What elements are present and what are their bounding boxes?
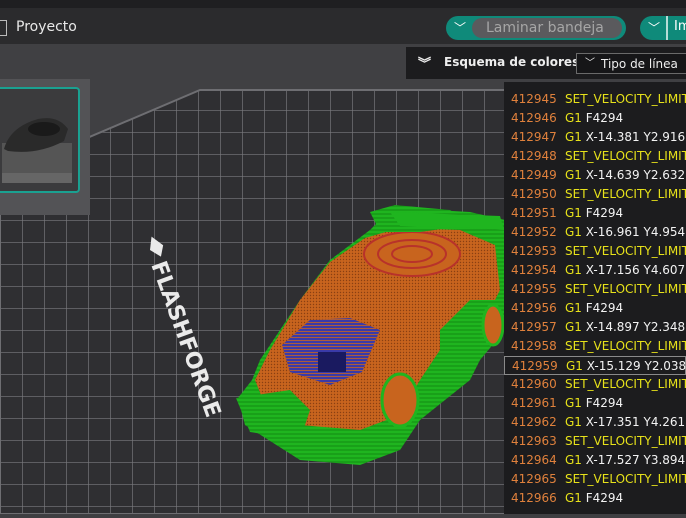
color-scheme-bar: ︾ Esquema de colores ﹀ Tipo de línea [406, 47, 686, 79]
gcode-line-number: 412950 [511, 187, 557, 201]
gcode-line-number: 412965 [511, 472, 557, 486]
gcode-line-number: 412952 [511, 225, 557, 239]
project-title: Proyecto [16, 19, 77, 35]
gcode-line-number: 412963 [511, 434, 557, 448]
gcode-line-number: 412961 [511, 396, 557, 410]
gcode-arguments: X-17.527 Y3.894 [581, 453, 686, 467]
gcode-line-number: 412959 [512, 359, 558, 373]
print-button-label[interactable]: Im [674, 19, 686, 34]
gcode-command: SET_VELOCITY_LIMIT [565, 187, 686, 201]
gcode-arguments: F4294 [581, 301, 624, 315]
car-thumbnail-icon [2, 118, 72, 183]
gcode-line-number: 412951 [511, 206, 557, 220]
gcode-line[interactable]: 412955 SET_VELOCITY_LIMIT [504, 280, 686, 299]
gcode-line-number: 412946 [511, 111, 557, 125]
gcode-line-number: 412947 [511, 130, 557, 144]
gcode-arguments: X-16.961 Y4.954 [581, 225, 686, 239]
gcode-arguments: X-14.381 Y2.916 [581, 130, 686, 144]
gcode-arguments: X-17.351 Y4.261 [581, 415, 686, 429]
gcode-command: G1 [565, 301, 582, 315]
gcode-line[interactable]: 412958 SET_VELOCITY_LIMIT [504, 337, 686, 356]
gcode-line[interactable]: 412962 G1 X-17.351 Y4.261 [504, 413, 686, 432]
gcode-line-number: 412949 [511, 168, 557, 182]
gcode-line-number: 412955 [511, 282, 557, 296]
gcode-viewer[interactable]: 412945 SET_VELOCITY_LIMIT 412946 G1 F4294 41… [504, 82, 686, 514]
gcode-arguments: X-17.156 Y4.607 [581, 263, 686, 277]
gcode-line[interactable]: 412956 G1 F4294 [504, 299, 686, 318]
gcode-line[interactable]: 412966 G1 F4294 [504, 489, 686, 508]
gcode-line[interactable]: 412948 SET_VELOCITY_LIMIT [504, 147, 686, 166]
gcode-line[interactable]: 412964 G1 X-17.527 Y3.894 [504, 451, 686, 470]
gcode-command: SET_VELOCITY_LIMIT [565, 92, 686, 106]
gcode-command: G1 [566, 359, 583, 373]
gcode-arguments: F4294 [581, 111, 624, 125]
gcode-line[interactable]: 412961 G1 F4294 [504, 394, 686, 413]
gcode-command: SET_VELOCITY_LIMIT [565, 282, 686, 296]
gcode-command: G1 [565, 491, 582, 505]
project-icon [0, 20, 7, 36]
gcode-arguments: F4294 [581, 206, 624, 220]
gcode-command: G1 [565, 111, 582, 125]
split-divider [666, 16, 668, 40]
gcode-command: G1 [565, 225, 582, 239]
gcode-line[interactable]: 412957 G1 X-14.897 Y2.348 [504, 318, 686, 337]
gcode-line-number: 412956 [511, 301, 557, 315]
gcode-line[interactable]: 412959 G1 X-15.129 Y2.038 [504, 356, 686, 375]
gcode-command: SET_VELOCITY_LIMIT [565, 244, 686, 258]
gcode-command: SET_VELOCITY_LIMIT [565, 149, 686, 163]
gcode-command: G1 [565, 453, 582, 467]
gcode-command: SET_VELOCITY_LIMIT [565, 434, 686, 448]
gcode-command: SET_VELOCITY_LIMIT [565, 377, 686, 391]
plate-thumbnail[interactable] [0, 87, 80, 193]
chevron-down-icon[interactable]: ﹀ [454, 19, 466, 36]
collapse-icon[interactable]: ︾ [418, 53, 431, 72]
gcode-arguments: X-14.897 Y2.348 [581, 320, 686, 334]
gcode-arguments: F4294 [581, 491, 624, 505]
color-scheme-select[interactable]: ﹀ Tipo de línea [576, 53, 686, 74]
gcode-line[interactable]: 412965 SET_VELOCITY_LIMIT [504, 470, 686, 489]
top-bar: Proyecto ﹀ Laminar bandeja ﹀ Im [0, 0, 686, 44]
gcode-line[interactable]: 412949 G1 X-14.639 Y2.632 [504, 166, 686, 185]
gcode-command: G1 [565, 396, 582, 410]
gcode-line[interactable]: 412963 SET_VELOCITY_LIMIT [504, 432, 686, 451]
gcode-line-number: 412962 [511, 415, 557, 429]
gcode-line[interactable]: 412952 G1 X-16.961 Y4.954 [504, 223, 686, 242]
chevron-down-icon[interactable]: ﹀ [585, 54, 595, 74]
gcode-line-number: 412958 [511, 339, 557, 353]
print-plate-control[interactable]: ﹀ Im [640, 16, 686, 40]
gcode-line[interactable]: 412953 SET_VELOCITY_LIMIT [504, 242, 686, 261]
gcode-command: G1 [565, 320, 582, 334]
gcode-line[interactable]: 412950 SET_VELOCITY_LIMIT [504, 185, 686, 204]
gcode-line-number: 412948 [511, 149, 557, 163]
gcode-line[interactable]: 412951 G1 F4294 [504, 204, 686, 223]
gcode-command: G1 [565, 168, 582, 182]
gcode-line[interactable]: 412945 SET_VELOCITY_LIMIT [504, 90, 686, 109]
gcode-line[interactable]: 412960 SET_VELOCITY_LIMIT [504, 375, 686, 394]
gcode-line[interactable]: 412954 G1 X-17.156 Y4.607 [504, 261, 686, 280]
gcode-line-number: 412945 [511, 92, 557, 106]
gcode-command: SET_VELOCITY_LIMIT [565, 472, 686, 486]
gcode-arguments: X-15.129 Y2.038 [582, 359, 686, 373]
gcode-line-number: 412960 [511, 377, 557, 391]
gcode-line[interactable]: 412947 G1 X-14.381 Y2.916 [504, 128, 686, 147]
gcode-command: G1 [565, 130, 582, 144]
color-scheme-label: Esquema de colores [444, 55, 580, 69]
gcode-line-number: 412957 [511, 320, 557, 334]
color-scheme-selected: Tipo de línea [601, 57, 678, 71]
gcode-line[interactable]: 412946 G1 F4294 [504, 109, 686, 128]
gcode-line-number: 412953 [511, 244, 557, 258]
gcode-arguments: F4294 [581, 396, 624, 410]
gcode-command: G1 [565, 206, 582, 220]
gcode-arguments: X-14.639 Y2.632 [581, 168, 686, 182]
gcode-command: G1 [565, 263, 582, 277]
gcode-line-number: 412954 [511, 263, 557, 277]
gcode-line-number: 412966 [511, 491, 557, 505]
gcode-command: G1 [565, 415, 582, 429]
gcode-line-number: 412964 [511, 453, 557, 467]
chevron-down-icon[interactable]: ﹀ [648, 19, 660, 36]
slice-plate-button[interactable]: Laminar bandeja [472, 18, 622, 38]
gcode-command: SET_VELOCITY_LIMIT [565, 339, 686, 353]
